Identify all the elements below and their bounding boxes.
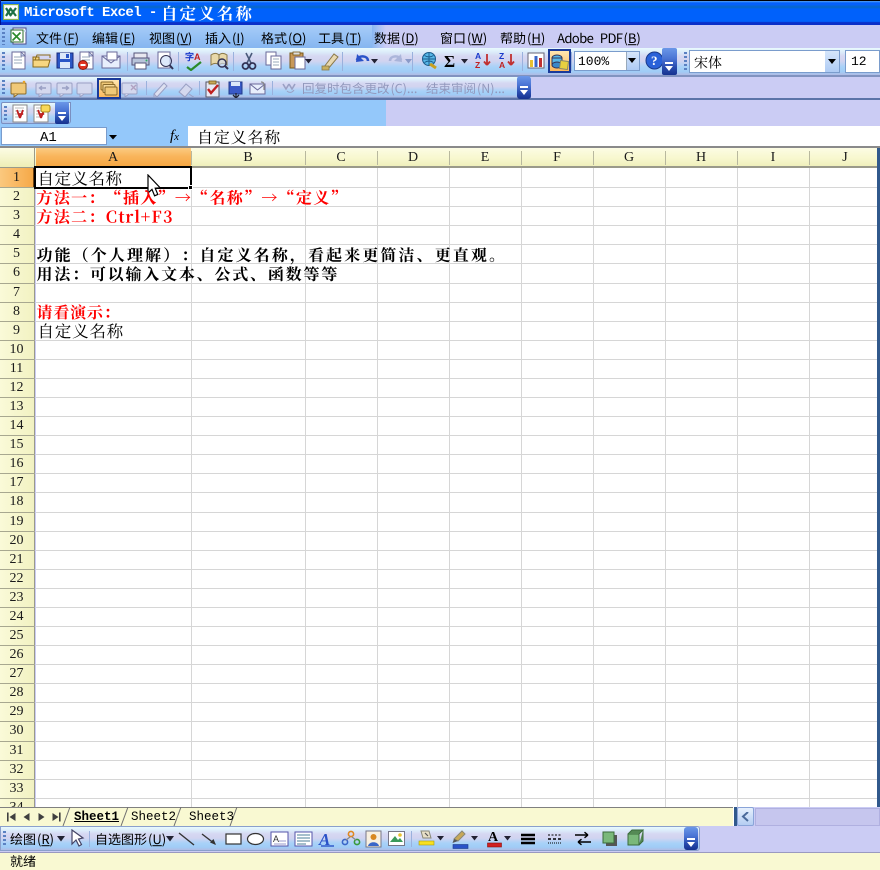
svg-text:?: ?	[651, 53, 658, 68]
svg-text:A: A	[499, 60, 505, 70]
svg-text:字: 字	[185, 51, 194, 62]
svg-text:Z: Z	[475, 60, 480, 70]
svg-text:A: A	[194, 52, 201, 62]
svg-text:Σ: Σ	[444, 52, 455, 71]
svg-text:A: A	[273, 834, 279, 844]
